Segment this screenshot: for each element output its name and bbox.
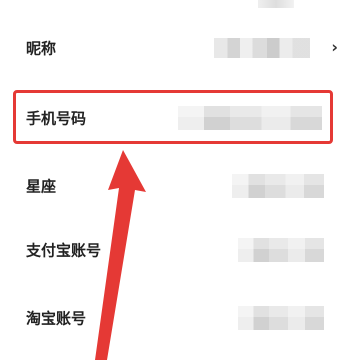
field-alipay-account[interactable]: 支付宝账号 bbox=[0, 230, 360, 270]
blurred-alipay-value bbox=[238, 238, 324, 262]
field-label-nickname: 昵称 bbox=[26, 39, 57, 58]
field-taobao-account[interactable]: 淘宝账号 bbox=[0, 298, 360, 338]
blurred-constellation-value bbox=[232, 174, 324, 198]
blurred-top-value bbox=[258, 0, 294, 8]
chevron-right-icon: › bbox=[331, 37, 338, 57]
blurred-nickname-value bbox=[214, 38, 310, 58]
blurred-taobao-value bbox=[238, 306, 324, 330]
field-constellation[interactable]: 星座 bbox=[0, 166, 360, 206]
profile-screen: 昵称 › 手机号码 星座 支付宝账号 淘宝账号 bbox=[0, 0, 360, 360]
field-phone-number[interactable]: 手机号码 bbox=[0, 98, 360, 138]
field-label-phone-number: 手机号码 bbox=[26, 109, 87, 128]
field-label-alipay-account: 支付宝账号 bbox=[26, 241, 102, 260]
field-label-constellation: 星座 bbox=[26, 177, 57, 196]
field-nickname[interactable]: 昵称 › bbox=[0, 28, 360, 68]
field-label-taobao-account: 淘宝账号 bbox=[26, 309, 87, 328]
blurred-phone-value bbox=[178, 106, 322, 130]
